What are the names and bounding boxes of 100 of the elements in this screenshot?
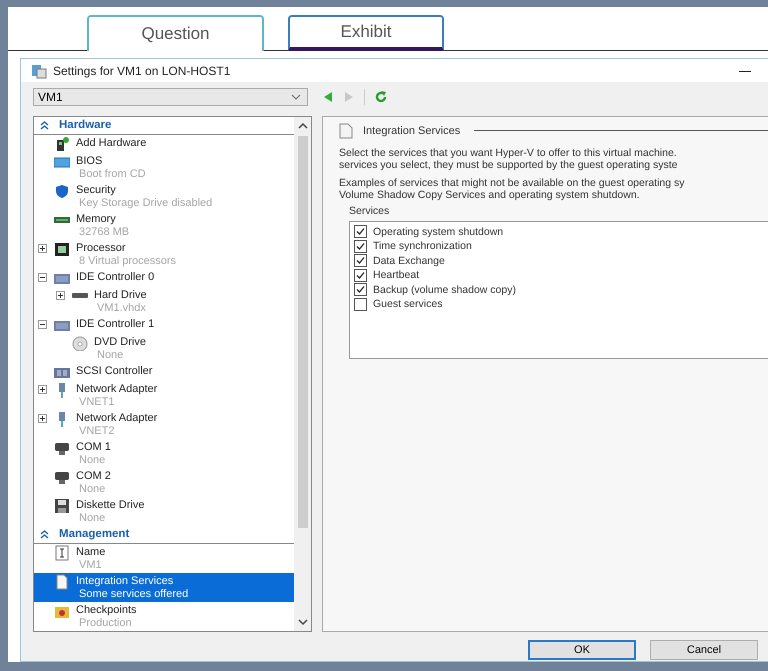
item-label: DVD Drive [94,334,146,349]
section-label: Management [59,528,130,540]
vm-dropdown[interactable]: VM1 [33,88,308,106]
tree-item[interactable]: Integration Services Some services offered [34,572,294,602]
item-detail: 8 Virtual processors [78,254,176,268]
item-detail: None [78,454,106,467]
scroll-up-icon[interactable] [298,122,308,130]
item-detail: VM1 [78,558,103,572]
item-label: Network Adapter [76,382,158,396]
item-label: IDE Controller 0 [76,270,154,284]
item-detail: VNET1 [78,396,116,409]
tree-item[interactable]: Hard Drive VM1.vhdx [34,286,294,316]
tree-item[interactable]: Network Adapter VNET1 [34,380,294,410]
back-arrow-icon[interactable] [322,90,334,103]
item-detail: None [78,512,106,525]
description-text: Examples of services that might not be available on the guest operating sy [339,176,686,189]
checkbox-label: Data Exchange [373,254,445,267]
collapse-icon[interactable] [40,530,49,539]
tree-item[interactable]: IDE Controller 0 [34,268,294,287]
shield-icon [54,182,70,199]
checkbox[interactable] [354,283,367,296]
tab[interactable]: Question [87,15,264,51]
checkbox[interactable] [354,298,367,311]
item-label: Hard Drive [94,288,147,302]
tree-item[interactable]: Security Key Storage Drive disabled [34,182,294,211]
item-label: Diskette Drive [76,498,144,512]
expand-toggle[interactable] [38,414,46,423]
scrollbar[interactable] [294,116,311,631]
tree-item[interactable]: DVD Drive None [34,334,294,363]
dialog-button[interactable]: OK [528,640,636,660]
collapse-icon[interactable] [40,120,49,130]
caret-icon[interactable] [291,94,301,100]
tree-item[interactable]: Network Adapter VNET2 [34,410,294,439]
item-detail: Production [78,616,133,630]
expand-toggle[interactable] [38,244,46,253]
item-label: Memory [76,212,117,226]
item-label: COM 1 [76,440,111,454]
text-field-icon [54,544,70,561]
item-label: IDE Controller 1 [76,316,154,331]
item-detail: VNET2 [78,424,116,438]
item-detail: Some services offered [78,588,188,601]
item-detail: None [78,482,106,496]
tree-item[interactable]: Memory 32768 MB [34,210,294,240]
section-header[interactable]: Management [34,526,294,544]
tree-item[interactable]: SCSI Controller [34,362,294,381]
memory-chip-icon [54,216,70,223]
refresh-icon[interactable] [374,90,388,104]
settings-icon [31,62,47,79]
checkbox[interactable] [354,225,367,238]
item-detail: Boot from CD [78,168,146,181]
tree-item[interactable]: Processor 8 Virtual processors [34,240,294,269]
checkbox-label: Guest services [373,298,442,310]
section-header[interactable]: Hardware [34,116,294,135]
checkbox[interactable] [354,254,367,268]
item-label: COM 2 [76,468,111,483]
section-title: Integration Services [363,124,460,137]
collapse-toggle[interactable] [38,272,46,282]
scroll-down-icon[interactable] [298,618,308,626]
tree-item[interactable]: Diskette Drive None [34,496,294,526]
expand-toggle[interactable] [56,290,64,300]
item-label: Network Adapter [76,410,158,425]
item-detail: Key Storage Drive disabled [78,196,212,210]
group-label: Services [349,204,390,217]
checkbox-label: Backup (volume shadow copy) [373,284,516,296]
item-label: BIOS [76,154,104,168]
document-icon [54,574,70,590]
chip-icon [54,240,70,257]
tree-item[interactable]: Checkpoints Production [34,602,294,631]
dialog-button[interactable]: Cancel [650,640,758,660]
item-label: Checkpoints [76,602,137,617]
item-label: Add Hardware [76,136,146,150]
document-icon [339,122,353,139]
tree-item[interactable]: BIOS Boot from CD [34,152,294,182]
collapse-toggle[interactable] [38,320,46,329]
tree-item[interactable]: IDE Controller 1 [34,316,294,334]
window-title: Settings for VM1 on LON-HOST1 [53,64,232,78]
item-detail: VM1.vhdx [96,302,147,315]
section-label: Hardware [59,119,112,132]
item-label: Integration Services [76,574,174,588]
expand-toggle[interactable] [38,384,46,394]
tree-item[interactable]: COM 2 None [34,468,294,497]
description-text: Select the services that you want Hyper-V to offer to this virtual machine. [339,146,678,159]
description-text: Volume Shadow Copy Services and operating system shutdown. [339,188,641,201]
item-label: Security [76,182,117,197]
tree-item[interactable]: COM 1 None [34,438,294,468]
checkbox-label: Operating system shutdown [373,226,504,238]
tree-item[interactable]: Name VM1 [34,544,294,573]
tree-item[interactable]: Add Hardware [34,134,294,153]
item-label: SCSI Controller [76,364,152,378]
tab[interactable]: Exhibit [288,15,444,51]
checkbox-label: Time synchronization [373,240,472,252]
checkbox[interactable] [354,268,367,282]
description-text: services you select, they must be supported by the guest operating syste [339,158,679,171]
item-detail: None [96,348,124,362]
checkbox[interactable] [354,240,367,253]
item-label: Name [76,544,106,559]
item-label: Processor [76,240,127,255]
card-plus-icon [54,136,70,152]
checkbox-label: Heartbeat [373,269,420,282]
drive-icon [72,292,88,298]
